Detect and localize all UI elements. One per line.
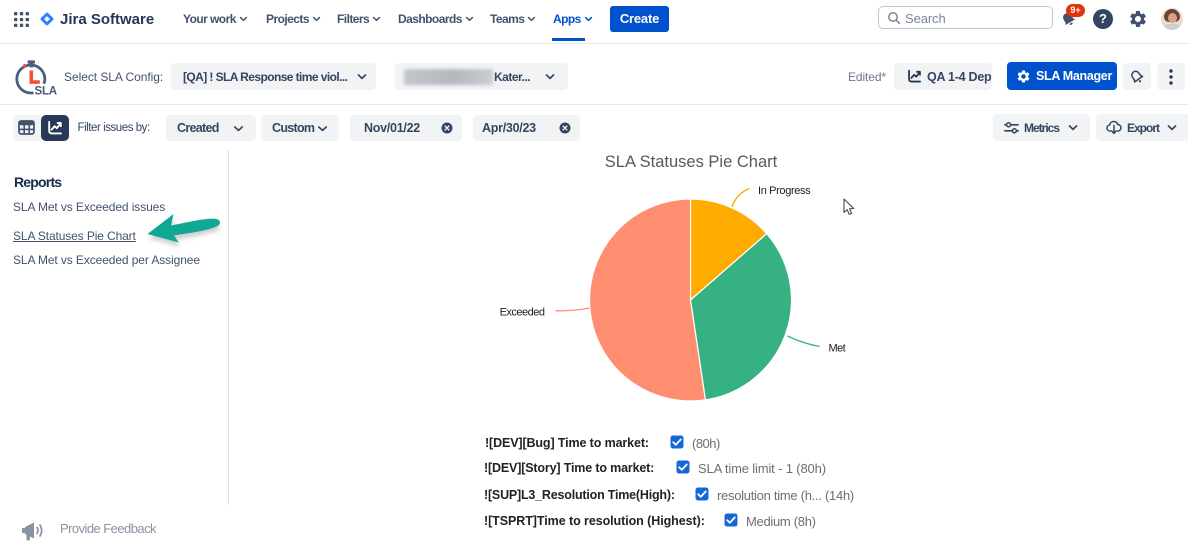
svg-text:SLA: SLA [35,86,57,98]
svg-text:In Progress: In Progress [758,185,811,197]
svg-text:Met: Met [829,343,846,355]
svg-text:Exceeded: Exceeded [500,307,545,319]
